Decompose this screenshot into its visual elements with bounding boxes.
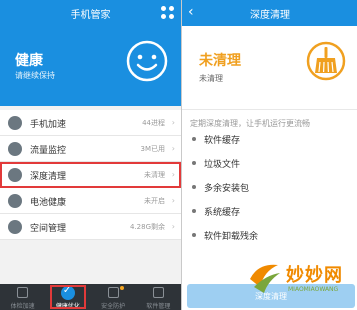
list-item-deep-clean[interactable]: 深度清理 未清理 › — [0, 162, 181, 188]
list-item: 软件缓存 — [182, 128, 357, 152]
item-value: 未清理 — [144, 171, 165, 179]
health-status-title: 健康 — [15, 53, 43, 69]
apps-icon[interactable] — [161, 6, 175, 20]
chevron-right-icon: › — [171, 118, 175, 127]
grid-icon — [152, 287, 164, 298]
bottom-nav: 体检加速 健康优化 安全防护 软件管理 — [0, 284, 181, 310]
phone-manager-screen: 手机管家 健康 请继续保持 手机加速 44进程 › 流量监控 3M已用 › 深度… — [0, 0, 181, 310]
nav-security[interactable]: 安全防护 — [91, 284, 136, 310]
list-item: 软件卸载残余 — [182, 224, 357, 248]
list-item-space-management[interactable]: 空间管理 4.28G剩余 › — [0, 214, 181, 240]
bullet-icon — [192, 185, 196, 189]
top-bar: ‹ 深度清理 — [182, 0, 357, 26]
watermark-subtitle: MIAOMIAOWANG — [288, 286, 339, 293]
broom-icon — [306, 41, 346, 81]
list-item-phone-accelerate[interactable]: 手机加速 44进程 › — [0, 110, 181, 136]
nav-checkup[interactable]: 体检加速 — [0, 284, 45, 310]
health-status-subtitle: 请继续保持 — [15, 71, 55, 80]
screen-title: 深度清理 — [250, 9, 290, 21]
item-value: 3M已用 — [140, 145, 166, 153]
chart-icon — [8, 142, 22, 156]
item-value: 44进程 — [142, 119, 165, 127]
highlight-frame — [50, 285, 86, 309]
list-item-battery-health[interactable]: 电池健康 未开启 › — [0, 188, 181, 214]
list-item: 多余安装包 — [182, 176, 357, 200]
storage-icon — [8, 220, 22, 234]
bullet-icon — [192, 209, 196, 213]
shield-icon — [107, 287, 119, 298]
checkup-icon — [17, 287, 29, 298]
clean-status-title: 未清理 — [199, 53, 241, 69]
battery-icon — [8, 194, 22, 208]
bullet-icon — [192, 161, 196, 165]
chevron-right-icon: › — [171, 222, 175, 231]
watermark-title: 妙妙网 — [286, 265, 343, 286]
notification-dot — [119, 286, 124, 290]
clean-status-card: 未清理 未清理 — [182, 26, 357, 110]
smiley-icon — [126, 40, 168, 82]
back-arrow-icon[interactable]: ‹ — [188, 4, 194, 20]
bullet-icon — [192, 137, 196, 141]
item-label: 手机加速 — [30, 120, 67, 130]
bullet-icon — [192, 233, 196, 237]
chevron-right-icon: › — [171, 144, 175, 153]
item-value: 4.28G剩余 — [129, 223, 165, 231]
health-hero: 健康 请继续保持 — [0, 26, 181, 106]
chevron-right-icon: › — [171, 170, 175, 179]
swoosh-logo-icon — [250, 264, 280, 293]
clean-icon — [8, 168, 22, 182]
list-item-traffic-monitor[interactable]: 流量监控 3M已用 › — [0, 136, 181, 162]
rocket-icon — [8, 116, 22, 130]
screen-title: 手机管家 — [70, 9, 111, 21]
nav-software[interactable]: 软件管理 — [136, 284, 181, 310]
item-label: 深度清理 — [30, 172, 67, 182]
list-item: 垃圾文件 — [182, 152, 357, 176]
item-label: 流量监控 — [30, 146, 67, 156]
clean-status-subtitle: 未清理 — [199, 74, 223, 83]
top-bar: 手机管家 — [0, 0, 181, 26]
item-value: 未开启 — [144, 197, 165, 205]
list-item: 系统缓存 — [182, 200, 357, 224]
item-label: 空间管理 — [30, 224, 67, 234]
chevron-right-icon: › — [171, 196, 175, 205]
item-label: 电池健康 — [30, 198, 67, 208]
site-watermark: 妙妙网 MIAOMIAOWANG — [244, 257, 357, 305]
